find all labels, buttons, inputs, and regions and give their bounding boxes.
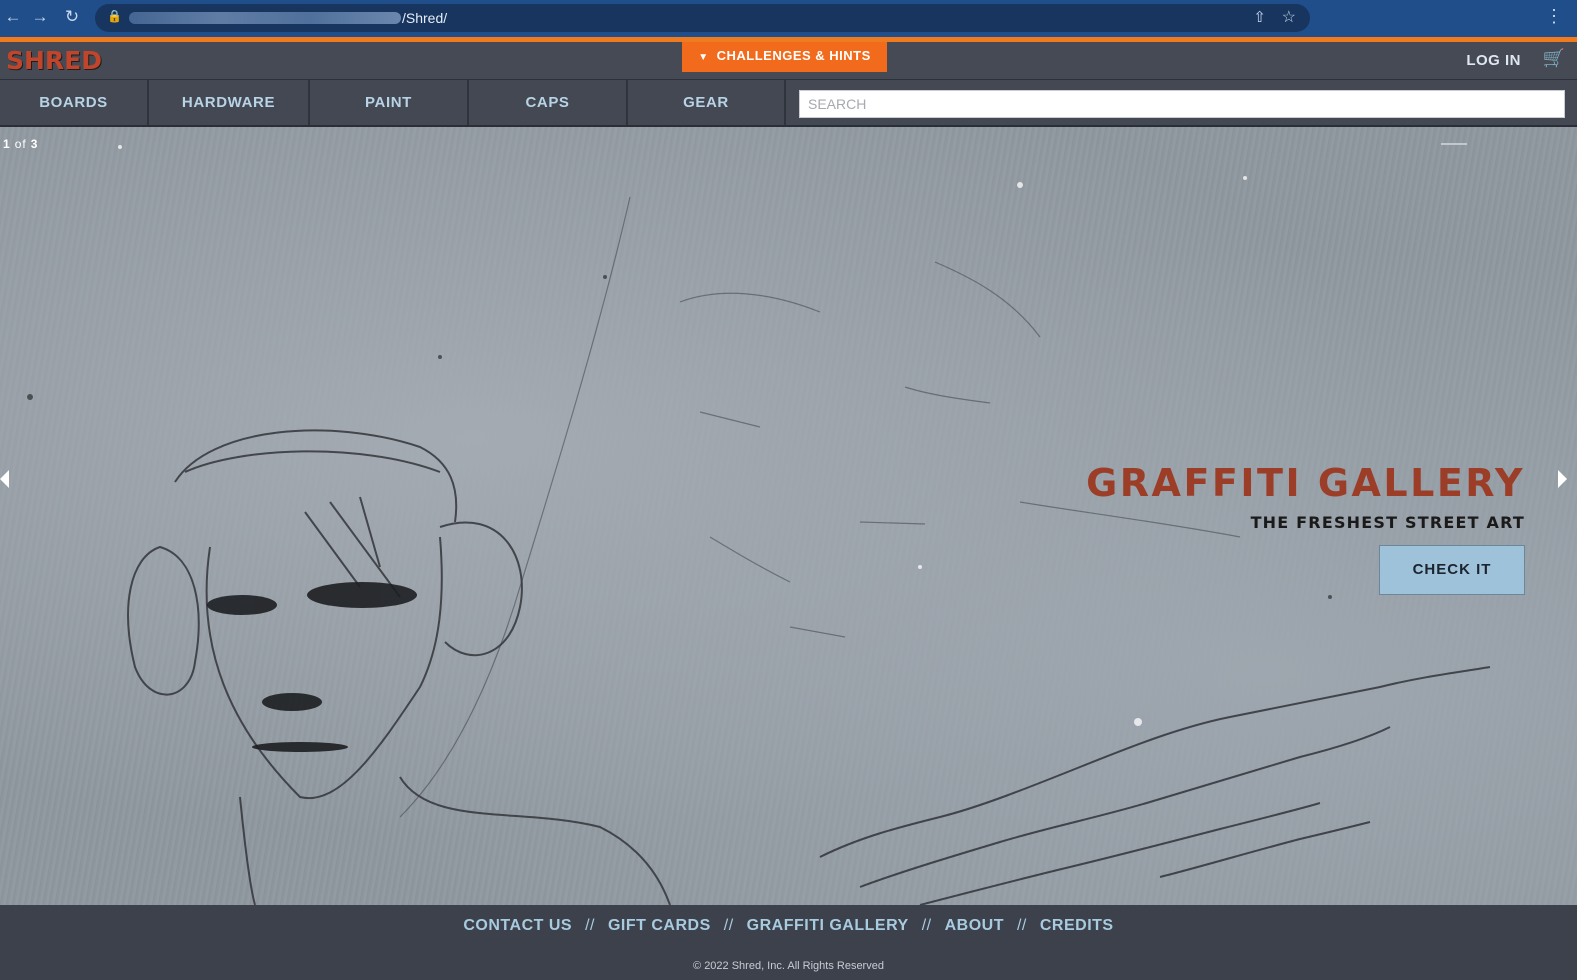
reload-icon[interactable]: ↻ <box>61 6 83 28</box>
login-link[interactable]: LOG IN <box>1466 52 1521 69</box>
share-icon[interactable]: ⇧ <box>1253 8 1266 26</box>
address-bar[interactable]: 🔒 /Shred/ ⇧ ☆ <box>95 4 1310 32</box>
lock-icon: 🔒 <box>107 9 122 23</box>
url-blurred-domain <box>129 12 401 24</box>
nav-item-paint[interactable]: PAINT <box>310 80 469 125</box>
footer-link-about[interactable]: ABOUT <box>945 917 1004 934</box>
footer-link-gift-cards[interactable]: GIFT CARDS <box>608 917 711 934</box>
slide-indicator[interactable] <box>1441 143 1467 145</box>
nav-item-hardware[interactable]: HARDWARE <box>149 80 310 125</box>
footer-link-credits[interactable]: CREDITS <box>1040 917 1114 934</box>
back-icon[interactable]: ← <box>2 6 24 28</box>
nav-item-caps[interactable]: CAPS <box>469 80 628 125</box>
hero-carousel: 1 of 3 GRAFFITI GALLERY THE FRESHEST STREE… <box>0 127 1577 905</box>
hero-title: GRAFFITI GALLERY <box>1086 461 1525 505</box>
footer-separator: // <box>1016 917 1027 934</box>
search-input[interactable] <box>799 90 1565 118</box>
browser-toolbar: ← → ↻ 🔒 /Shred/ ⇧ ☆ ⋮ <box>0 0 1577 37</box>
forward-icon[interactable]: → <box>29 6 51 28</box>
star-icon[interactable]: ☆ <box>1282 7 1296 27</box>
site-logo[interactable]: SHRED <box>6 46 102 75</box>
footer-separator: // <box>585 917 595 934</box>
nav-item-gear[interactable]: GEAR <box>628 80 786 125</box>
challenges-hints-label: CHALLENGES & HINTS <box>716 48 871 63</box>
kebab-menu-icon[interactable]: ⋮ <box>1545 6 1563 27</box>
carousel-prev-icon[interactable] <box>0 470 9 488</box>
copyright-text: © 2022 Shred, Inc. All Rights Reserved <box>693 960 884 972</box>
nav-item-boards[interactable]: BOARDS <box>0 80 149 125</box>
check-it-button[interactable]: CHECK IT <box>1379 545 1525 595</box>
category-nav: BOARDS HARDWARE PAINT CAPS GEAR <box>0 80 1577 127</box>
challenges-hints-button[interactable]: ▼ CHALLENGES & HINTS <box>682 42 887 72</box>
url-path: /Shred/ <box>402 10 448 26</box>
footer-link-contact-us[interactable]: CONTACT US <box>463 917 572 934</box>
footer-links: CONTACT US // GIFT CARDS // GRAFFITI GALLERY… <box>0 917 1577 935</box>
hero-subtitle: THE FRESHEST STREET ART <box>1250 513 1525 532</box>
site-footer: CONTACT US // GIFT CARDS // GRAFFITI GALLERY… <box>0 905 1577 980</box>
carousel-next-icon[interactable] <box>1558 470 1567 488</box>
slide-of: of <box>14 137 27 151</box>
slide-total: 3 <box>30 137 39 151</box>
site-header: SHRED ▼ CHALLENGES & HINTS LOG IN 🛒 <box>0 42 1577 80</box>
slide-current: 1 <box>3 137 11 151</box>
slide-counter: 1 of 3 <box>3 137 38 151</box>
footer-link-graffiti-gallery[interactable]: GRAFFITI GALLERY <box>747 917 909 934</box>
cart-icon[interactable]: 🛒 <box>1543 48 1565 69</box>
footer-separator: // <box>921 917 932 934</box>
caret-down-icon: ▼ <box>698 52 709 63</box>
footer-separator: // <box>723 917 734 934</box>
